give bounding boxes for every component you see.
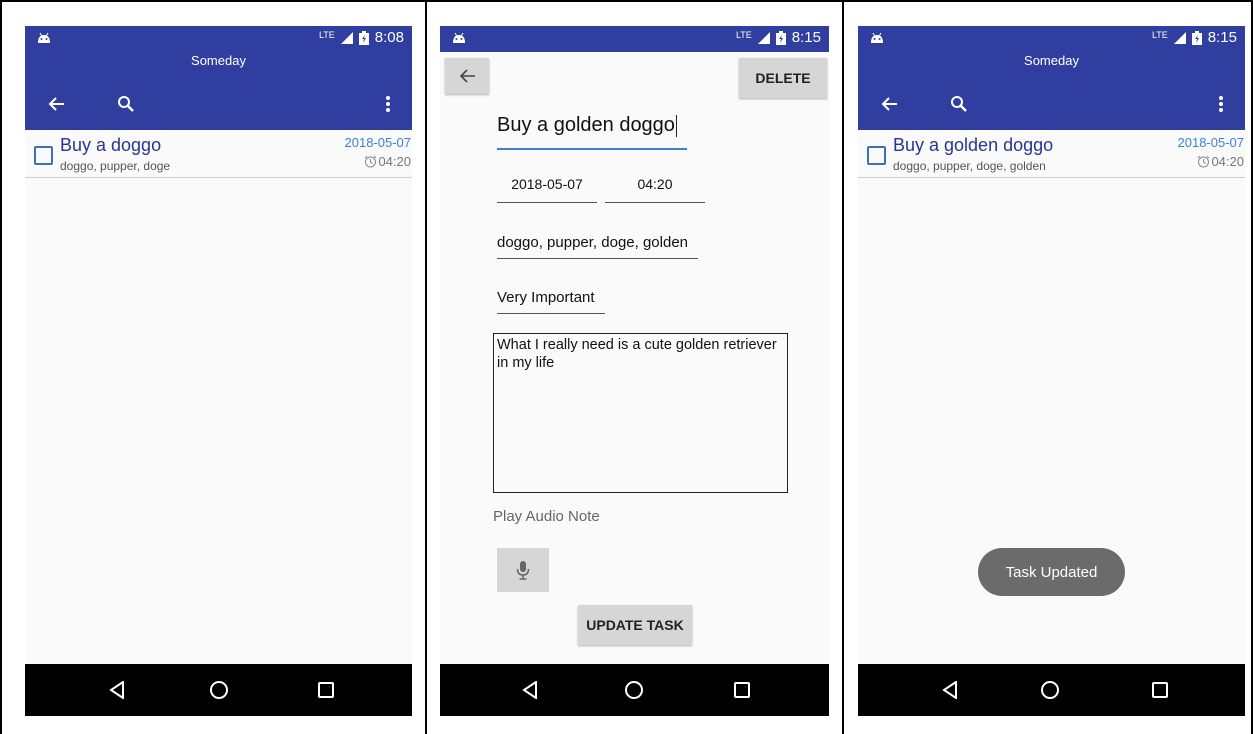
- task-row[interactable]: Buy a golden doggo doggo, pupper, doge, …: [858, 130, 1245, 178]
- app-bar-title: Someday: [1024, 53, 1079, 68]
- battery-icon: [1191, 30, 1202, 45]
- app-bar: Someday: [25, 52, 412, 130]
- status-bar: LTE 8:15: [440, 26, 829, 52]
- search-icon[interactable]: [112, 90, 140, 118]
- status-right: LTE 8:08: [319, 29, 404, 46]
- note-textarea[interactable]: What I really need is a cute golden retr…: [493, 333, 788, 493]
- tags-field[interactable]: doggo, pupper, doge, golden: [497, 234, 698, 259]
- play-audio-note[interactable]: Play Audio Note: [493, 508, 600, 525]
- android-icon: [453, 32, 465, 43]
- more-vert-icon[interactable]: [1207, 90, 1235, 118]
- toast-message: Task Updated: [978, 548, 1125, 596]
- signal-icon: [757, 31, 770, 44]
- signal-icon: [340, 31, 353, 44]
- triangle-back-icon[interactable]: [938, 678, 962, 702]
- square-recents-icon[interactable]: [730, 678, 754, 702]
- triangle-back-icon[interactable]: [105, 678, 129, 702]
- triangle-back-icon[interactable]: [518, 678, 542, 702]
- task-date: 2018-05-07: [344, 135, 412, 150]
- alarm-icon: [1198, 155, 1210, 168]
- arrow-left-icon[interactable]: [875, 90, 903, 118]
- nav-bar: [25, 664, 412, 716]
- clock: 8:08: [374, 29, 404, 46]
- status-bar: LTE 8:08: [25, 26, 412, 52]
- task-time-wrap: 04:20: [1197, 154, 1244, 169]
- back-button[interactable]: [445, 58, 489, 94]
- time-field[interactable]: 04:20: [605, 176, 705, 203]
- arrow-left-icon[interactable]: [42, 90, 70, 118]
- task-tags: doggo, pupper, doge: [60, 159, 171, 173]
- task-time-wrap: 04:20: [364, 154, 411, 169]
- android-icon: [871, 32, 883, 43]
- task-row[interactable]: Buy a doggo doggo, pupper, doge 2018-05-…: [25, 130, 412, 178]
- task-checkbox[interactable]: [867, 146, 886, 165]
- app-bar: Someday: [858, 52, 1245, 130]
- nav-bar: [858, 664, 1245, 716]
- text-cursor: [675, 114, 677, 137]
- circle-home-icon[interactable]: [1038, 678, 1062, 702]
- signal-icon: [1173, 31, 1186, 44]
- network-label: LTE: [1151, 29, 1168, 40]
- clock: 8:15: [791, 29, 821, 46]
- android-icon: [38, 32, 50, 43]
- square-recents-icon[interactable]: [314, 678, 338, 702]
- network-label: LTE: [318, 29, 335, 40]
- arrow-left-icon: [459, 69, 475, 83]
- battery-icon: [775, 30, 786, 45]
- screen-list-before: LTE 8:08 Someday Buy a doggo doggo, pupp…: [25, 26, 412, 716]
- screen-edit-task: LTE 8:15 DELETE Buy a golden doggo 2018-…: [440, 26, 829, 716]
- divider-1: [425, 0, 427, 734]
- comparison-frame: LTE 8:08 Someday Buy a doggo doggo, pupp…: [0, 0, 1253, 734]
- status-bar: LTE 8:15: [858, 26, 1245, 52]
- task-time: 04:20: [378, 154, 411, 169]
- top-border: [0, 0, 1253, 2]
- divider-2: [842, 0, 844, 734]
- left-border: [0, 0, 2, 734]
- task-checkbox[interactable]: [34, 146, 53, 165]
- alarm-icon: [365, 155, 377, 168]
- task-title-input[interactable]: Buy a golden doggo: [497, 114, 687, 150]
- date-field[interactable]: 2018-05-07: [497, 176, 597, 203]
- clock: 8:15: [1207, 29, 1237, 46]
- status-right: LTE 8:15: [1152, 29, 1237, 46]
- task-tags: doggo, pupper, doge, golden: [893, 159, 1046, 173]
- app-bar-title: Someday: [191, 53, 246, 68]
- priority-field[interactable]: Very Important: [497, 289, 605, 314]
- network-label: LTE: [735, 29, 752, 40]
- microphone-icon: [516, 561, 530, 580]
- update-task-button[interactable]: UPDATE TASK: [578, 605, 692, 645]
- circle-home-icon[interactable]: [622, 678, 646, 702]
- more-vert-icon[interactable]: [374, 90, 402, 118]
- task-title: Buy a doggo: [60, 135, 162, 155]
- task-title: Buy a golden doggo: [893, 135, 1054, 155]
- square-recents-icon[interactable]: [1148, 678, 1172, 702]
- record-audio-button[interactable]: [497, 548, 549, 592]
- screen-list-after: LTE 8:15 Someday Buy a golden doggo dogg…: [858, 26, 1245, 716]
- search-icon[interactable]: [945, 90, 973, 118]
- task-date: 2018-05-07: [1177, 135, 1245, 150]
- task-time: 04:20: [1211, 154, 1244, 169]
- status-right: LTE 8:15: [736, 29, 821, 46]
- nav-bar: [440, 664, 829, 716]
- task-title-value: Buy a golden doggo: [497, 114, 675, 136]
- delete-button[interactable]: DELETE: [739, 58, 827, 98]
- circle-home-icon[interactable]: [207, 678, 231, 702]
- battery-icon: [358, 30, 369, 45]
